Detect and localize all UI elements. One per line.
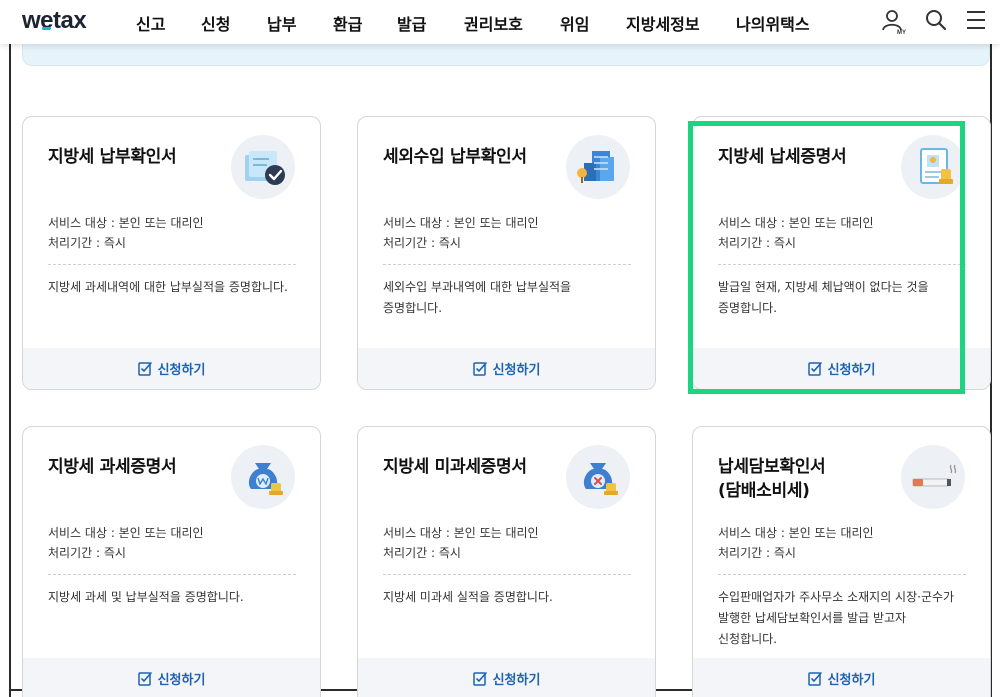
processing-period-text: 처리기간 : 즉시 xyxy=(718,236,796,250)
service-target-text: 서비스 대상 : 본인 또는 대리인 xyxy=(48,526,204,540)
top-header: wetax 신고 신청 납부 환급 발급 권리보호 위임 지방세정보 나의위택스… xyxy=(0,0,1000,44)
service-card-taxation-certificate: 지방세 과세증명서 서비스 대상 : 본인 또는 대리인 처리기간 : 즉시 지… xyxy=(22,426,321,697)
service-target-text: 서비스 대상 : 본인 또는 대리인 xyxy=(718,526,874,540)
card-title: 지방세 납세증명서 xyxy=(718,147,847,167)
apply-edit-icon xyxy=(137,672,152,686)
card-description: 지방세 과세 및 납부실적을 증명합니다. xyxy=(48,590,244,604)
apply-button-label: 신청하기 xyxy=(827,673,876,688)
card-title: 납세담보확인서 (담배소비세) xyxy=(718,457,826,501)
nav-item-report[interactable]: 신고 xyxy=(136,11,201,35)
card-title: 지방세 과세증명서 xyxy=(48,457,177,477)
search-icon[interactable] xyxy=(924,8,948,36)
money-bag-x-icon xyxy=(566,445,630,509)
card-divider xyxy=(383,264,631,265)
apply-edit-icon xyxy=(807,672,822,686)
apply-button[interactable]: 신청하기 xyxy=(693,658,990,697)
card-meta: 서비스 대상 : 본인 또는 대리인 처리기간 : 즉시 xyxy=(48,523,204,563)
apply-button[interactable]: 신청하기 xyxy=(23,658,320,697)
wetax-logo[interactable]: wetax xyxy=(22,7,87,35)
nav-item-local-tax-info[interactable]: 지방세정보 xyxy=(626,11,736,35)
card-meta: 서비스 대상 : 본인 또는 대리인 처리기간 : 즉시 xyxy=(48,213,204,253)
my-page-icon[interactable]: MY xyxy=(880,8,908,40)
service-card-non-tax-payment-confirmation: 세외수입 납부확인서 서비스 대상 : 본인 또는 대리인 처리기간 : 즉시 … xyxy=(357,116,656,390)
service-card-tax-payment-confirmation: 지방세 납부확인서 서비스 대상 : 본인 또는 대리인 처리기간 : 즉시 지… xyxy=(22,116,321,390)
logo-text-w: w xyxy=(22,7,41,34)
card-divider xyxy=(383,574,631,575)
card-title: 지방세 미과세증명서 xyxy=(383,457,527,477)
card-divider xyxy=(48,264,296,265)
apply-edit-icon xyxy=(807,362,822,376)
svg-text:MY: MY xyxy=(897,30,906,36)
hamburger-menu-icon[interactable] xyxy=(965,8,987,36)
processing-period-text: 처리기간 : 즉시 xyxy=(383,546,461,560)
service-target-text: 서비스 대상 : 본인 또는 대리인 xyxy=(718,216,874,230)
card-divider xyxy=(718,264,966,265)
card-description: 지방세 과세내역에 대한 납부실적을 증명합니다. xyxy=(48,280,288,294)
apply-edit-icon xyxy=(137,362,152,376)
service-target-text: 서비스 대상 : 본인 또는 대리인 xyxy=(383,526,539,540)
apply-button-label: 신청하기 xyxy=(157,363,206,378)
scroll-check-icon xyxy=(231,135,295,199)
certificate-icon xyxy=(901,135,965,199)
logo-text-e: e xyxy=(40,7,54,34)
apply-button-label: 신청하기 xyxy=(827,363,876,378)
apply-edit-icon xyxy=(472,362,487,376)
card-meta: 서비스 대상 : 본인 또는 대리인 처리기간 : 즉시 xyxy=(718,213,874,253)
nav-item-payment[interactable]: 납부 xyxy=(267,11,333,35)
card-description: 수입판매업자가 주사무소 소재지의 시장·군수가 발행한 납세담보확인서를 발급… xyxy=(718,590,955,646)
card-divider xyxy=(48,574,296,575)
card-description: 발급일 현재, 지방세 체납액이 없다는 것을 증명합니다. xyxy=(718,280,929,315)
card-description: 세외수입 부과내역에 대한 납부실적을 증명합니다. xyxy=(383,280,572,315)
card-meta: 서비스 대상 : 본인 또는 대리인 처리기간 : 즉시 xyxy=(383,523,539,563)
apply-button[interactable]: 신청하기 xyxy=(23,348,320,389)
nav-item-issue[interactable]: 발급 xyxy=(397,11,464,35)
service-target-text: 서비스 대상 : 본인 또는 대리인 xyxy=(48,216,204,230)
main-navigation: 신고 신청 납부 환급 발급 권리보호 위임 지방세정보 나의위택스 xyxy=(136,11,836,35)
nav-item-my-wetax[interactable]: 나의위택스 xyxy=(736,11,836,35)
apply-button-label: 신청하기 xyxy=(492,673,541,688)
card-description: 지방세 미과세 실적을 증명합니다. xyxy=(383,590,553,604)
logo-text-tax: tax xyxy=(53,7,87,34)
processing-period-text: 처리기간 : 즉시 xyxy=(48,236,126,250)
apply-button-label: 신청하기 xyxy=(492,363,541,378)
card-title: 세외수입 납부확인서 xyxy=(383,147,527,167)
service-card-tax-collateral-confirmation: 납세담보확인서 (담배소비세) 서비스 대상 : 본인 또는 대리인 처리기간 … xyxy=(692,426,991,697)
card-divider xyxy=(718,574,966,575)
apply-button-label: 신청하기 xyxy=(157,673,206,688)
window-frame-left xyxy=(9,0,11,697)
processing-period-text: 처리기간 : 즉시 xyxy=(48,546,126,560)
processing-period-text: 처리기간 : 즉시 xyxy=(718,546,796,560)
apply-button[interactable]: 신청하기 xyxy=(358,348,655,389)
card-title: 지방세 납부확인서 xyxy=(48,147,177,167)
nav-item-rights-protection[interactable]: 권리보호 xyxy=(464,11,560,35)
money-bag-won-icon xyxy=(231,445,295,509)
service-card-tax-payment-certificate: 지방세 납세증명서 서비스 대상 : 본인 또는 대리인 처리기간 : 즉시 발… xyxy=(692,116,991,390)
card-meta: 서비스 대상 : 본인 또는 대리인 처리기간 : 즉시 xyxy=(718,523,874,563)
apply-button[interactable]: 신청하기 xyxy=(693,348,990,389)
nav-item-delegation[interactable]: 위임 xyxy=(560,11,626,35)
buildings-icon xyxy=(566,135,630,199)
processing-period-text: 처리기간 : 즉시 xyxy=(383,236,461,250)
cigarette-icon xyxy=(901,445,965,509)
nav-item-refund[interactable]: 환급 xyxy=(333,11,397,35)
service-target-text: 서비스 대상 : 본인 또는 대리인 xyxy=(383,216,539,230)
nav-item-apply[interactable]: 신청 xyxy=(201,11,267,35)
apply-edit-icon xyxy=(472,672,487,686)
notice-bar xyxy=(22,44,990,66)
service-card-non-taxation-certificate: 지방세 미과세증명서 서비스 대상 : 본인 또는 대리인 처리기간 : 즉시 … xyxy=(357,426,656,697)
apply-button[interactable]: 신청하기 xyxy=(358,658,655,697)
card-meta: 서비스 대상 : 본인 또는 대리인 처리기간 : 즉시 xyxy=(383,213,539,253)
